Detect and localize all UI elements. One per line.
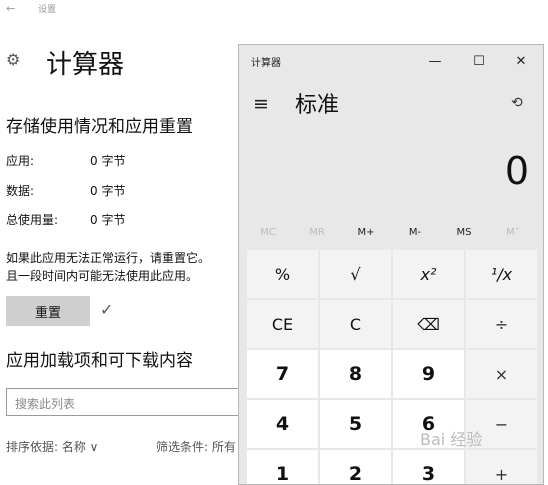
digit-8-key[interactable]: 8 (320, 350, 391, 398)
search-input[interactable]: 搜索此列表 (6, 388, 242, 416)
minimize-button[interactable]: — (417, 49, 453, 73)
memory-store-button[interactable]: MS (439, 227, 489, 238)
add-key[interactable]: + (466, 450, 537, 484)
reset-note-line2: 且一段时间内可能无法使用此应用。 (6, 269, 199, 283)
filter-dropdown[interactable]: 筛选条件: 所有 (156, 438, 236, 455)
history-icon[interactable]: ⟲ (511, 95, 523, 111)
memory-subtract-button[interactable]: M- (390, 227, 440, 238)
gear-icon: ⚙ (6, 50, 21, 69)
baidu-watermark: Bai 经验 (420, 430, 483, 449)
back-arrow-icon[interactable]: ← (6, 2, 15, 15)
memory-recall-button[interactable]: MR (292, 227, 342, 238)
close-button[interactable]: ✕ (503, 49, 539, 73)
memory-list-button[interactable]: M˅ (488, 227, 538, 238)
reset-note-line1: 如果此应用无法正常运行，请重置它。 (6, 251, 211, 265)
multiply-key[interactable]: × (466, 350, 537, 398)
divide-key[interactable]: ÷ (466, 300, 537, 348)
storage-row-data-value: 0 字节 (90, 184, 126, 198)
maximize-button[interactable]: ☐ (461, 49, 497, 73)
calculator-mode-title: 标准 (295, 93, 340, 118)
percent-key[interactable]: % (247, 250, 318, 298)
clear-key[interactable]: C (320, 300, 391, 348)
digit-5-key[interactable]: 5 (320, 400, 391, 448)
calculator-window: 计算器 — ☐ ✕ ≡ 标准 ⟲ 0 MC MR M+ M- MS M˅ % √… (238, 44, 544, 485)
storage-row-app-value: 0 字节 (90, 154, 126, 168)
sort-dropdown[interactable]: 排序依据: 名称 ∨ (6, 438, 98, 455)
storage-row-data-label: 数据: (6, 184, 35, 198)
hamburger-menu-icon[interactable]: ≡ (253, 93, 269, 115)
memory-add-button[interactable]: M+ (341, 227, 391, 238)
addons-heading: 应用加载项和可下载内容 (6, 351, 193, 371)
storage-row-app-label: 应用: (6, 154, 35, 168)
calculator-display: 0 (504, 149, 529, 193)
storage-row-total-value: 0 字节 (90, 213, 126, 227)
reset-button[interactable]: 重置 (6, 296, 90, 326)
square-key[interactable]: x² (393, 250, 464, 298)
storage-heading: 存储使用情况和应用重置 (6, 117, 193, 137)
checkmark-icon: ✓ (100, 300, 114, 319)
sqrt-key[interactable]: √ (320, 250, 391, 298)
backspace-key[interactable]: ⌫ (393, 300, 464, 348)
digit-4-key[interactable]: 4 (247, 400, 318, 448)
settings-app-title: 设置 (38, 5, 57, 15)
clear-entry-key[interactable]: CE (247, 300, 318, 348)
page-title: 计算器 (46, 50, 125, 80)
storage-row-total-label: 总使用量: (6, 213, 59, 227)
memory-clear-button[interactable]: MC (243, 227, 293, 238)
digit-1-key[interactable]: 1 (247, 450, 318, 484)
digit-9-key[interactable]: 9 (393, 350, 464, 398)
reciprocal-key[interactable]: ¹/x (466, 250, 537, 298)
digit-3-key[interactable]: 3 (393, 450, 464, 484)
digit-2-key[interactable]: 2 (320, 450, 391, 484)
calculator-window-title: 计算器 (251, 58, 281, 69)
digit-7-key[interactable]: 7 (247, 350, 318, 398)
